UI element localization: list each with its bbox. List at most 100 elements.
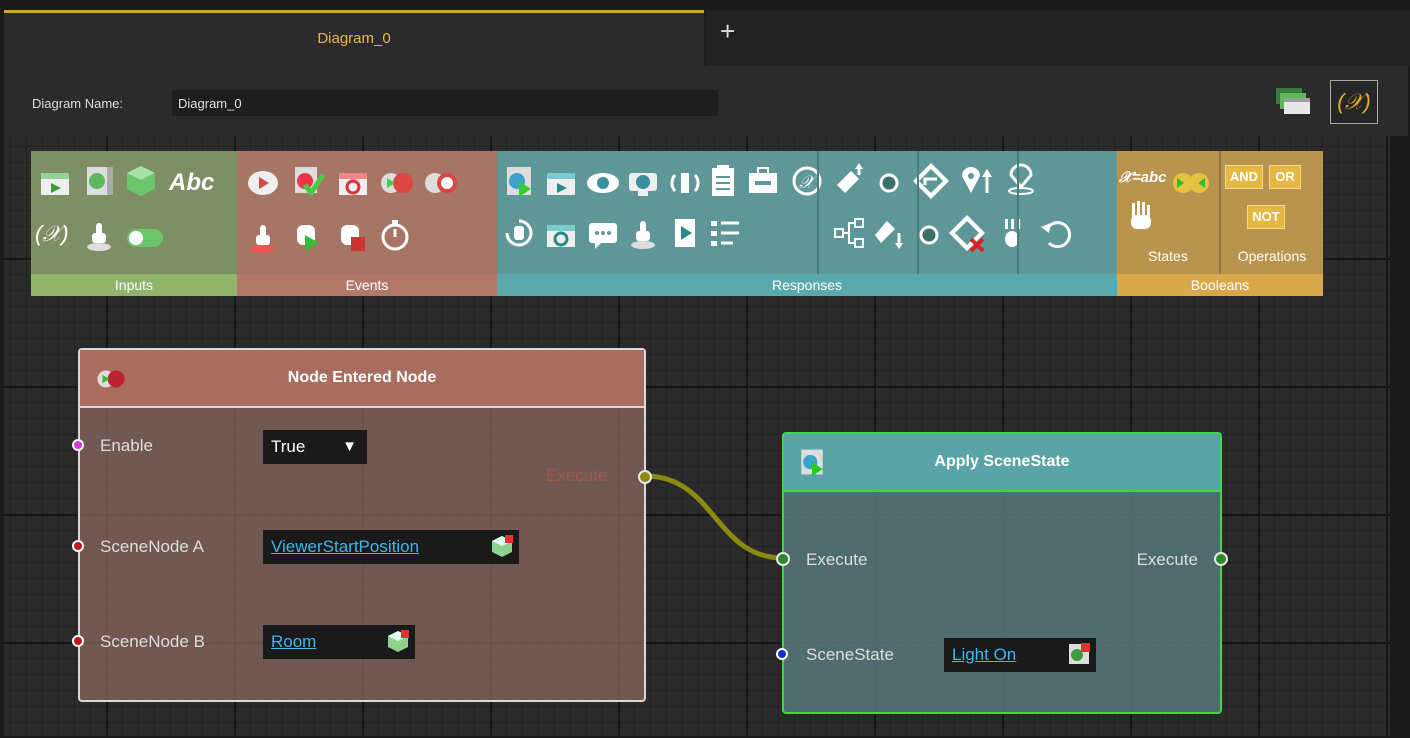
scenenode-b-link[interactable]: Room xyxy=(271,632,316,651)
undo-response-icon[interactable] xyxy=(1037,215,1073,251)
touch-response-icon[interactable] xyxy=(625,215,661,251)
scenenode-b-label: SceneNode B xyxy=(100,632,205,651)
radio-off-response-icon[interactable] xyxy=(871,165,907,201)
scenenode-pick-icon[interactable] xyxy=(385,628,411,654)
apply-scenestate-icon xyxy=(801,449,823,477)
node-title[interactable]: Node Entered Node xyxy=(80,350,644,408)
and-operation-button[interactable]: AND xyxy=(1225,165,1263,189)
palette-group-inputs: Inputs Abc (𝒳) xyxy=(31,151,237,296)
node-entered-node[interactable]: Node Entered Node Enable True ▼ Execute … xyxy=(72,348,652,702)
diagram-name-label: Diagram Name: xyxy=(32,96,124,111)
enable-dropdown-value: True xyxy=(271,437,306,456)
node-title-text: Node Entered Node xyxy=(287,369,437,386)
scene-input-icon[interactable] xyxy=(81,163,117,199)
timer-event-icon[interactable] xyxy=(377,217,413,253)
list-response-icon[interactable] xyxy=(707,215,743,251)
camera-response-icon[interactable] xyxy=(625,163,661,199)
branch-response-icon[interactable] xyxy=(831,215,867,251)
stop-slide-response-icon[interactable] xyxy=(543,217,579,253)
touch-input-icon[interactable] xyxy=(81,217,117,253)
scenenode-b-field[interactable]: Room xyxy=(263,625,415,659)
scenenode-a-field[interactable]: ViewerStartPosition xyxy=(263,530,519,564)
apply-scenestate-node[interactable]: Apply SceneState Execute Execute SceneSt… xyxy=(776,432,1228,714)
location-up-response-icon[interactable] xyxy=(959,163,995,199)
hand-play-event-icon[interactable] xyxy=(289,217,325,253)
palette-booleans-label: Booleans xyxy=(1117,274,1323,296)
set-variable-response-icon[interactable]: 𝒳 xyxy=(789,163,825,199)
not-operation-button[interactable]: NOT xyxy=(1247,205,1285,229)
enable-dropdown[interactable]: True ▼ xyxy=(263,430,367,464)
plus-icon: + xyxy=(720,16,736,46)
rotate-hand-response-icon[interactable] xyxy=(501,215,537,251)
video-response-icon[interactable] xyxy=(667,215,703,251)
tag-up-response-icon[interactable] xyxy=(831,163,867,199)
stack-windows-icon[interactable] xyxy=(1270,82,1318,122)
sound-response-icon[interactable] xyxy=(667,165,703,201)
palette-group-events: Events xyxy=(237,151,497,296)
stop-event-icon[interactable] xyxy=(335,165,371,201)
node-entered-event-icon xyxy=(97,370,125,388)
add-tab-button[interactable]: + xyxy=(706,10,1410,66)
tab-diagram-0[interactable]: Diagram_0 xyxy=(4,10,704,68)
execute-input-label: Execute xyxy=(806,550,868,569)
palette-group-responses: Responses 𝒳 xyxy=(497,151,1117,296)
visibility-response-icon[interactable] xyxy=(585,165,621,201)
message-response-icon[interactable] xyxy=(585,217,621,253)
slideshow-input-icon[interactable] xyxy=(37,165,73,201)
toolbox-response-icon[interactable] xyxy=(745,163,781,199)
touch-drop-response-icon[interactable] xyxy=(995,215,1031,251)
scenestate-field[interactable]: Light On xyxy=(944,638,1096,672)
scenestate-link[interactable]: Light On xyxy=(952,645,1016,664)
play-slide-response-icon[interactable] xyxy=(543,165,579,201)
node-title-text: Apply SceneState xyxy=(934,453,1070,470)
toggle-input-icon[interactable] xyxy=(123,219,167,255)
node-title[interactable]: Apply SceneState xyxy=(784,434,1220,492)
enable-input-port[interactable] xyxy=(72,439,84,451)
scenestate-pick-icon[interactable] xyxy=(1066,641,1092,667)
scenenode-a-link[interactable]: ViewerStartPosition xyxy=(271,537,419,556)
scenestate-input-port[interactable] xyxy=(776,648,788,660)
slide-event-icon[interactable] xyxy=(245,165,281,201)
text-input-icon[interactable]: Abc xyxy=(169,169,214,197)
state-switch-icon[interactable] xyxy=(1169,165,1213,201)
scenenode-a-input-port[interactable] xyxy=(72,540,84,552)
goto-cancel-response-icon[interactable] xyxy=(947,213,987,253)
palette-states-label: States xyxy=(1148,248,1188,264)
responses-divider xyxy=(917,151,919,274)
node-exited-event-icon[interactable] xyxy=(421,165,461,201)
diagram-name-input[interactable] xyxy=(172,90,718,116)
scenenode-pick-icon[interactable] xyxy=(489,533,515,559)
scenenode-b-input-port[interactable] xyxy=(72,635,84,647)
diagram-header: Diagram Name: (𝒳) xyxy=(4,66,1408,136)
scenestate-label: SceneState xyxy=(806,645,894,664)
responses-divider xyxy=(1017,151,1019,274)
apply-scenestate-icon[interactable] xyxy=(501,163,537,199)
location-response-icon[interactable] xyxy=(1003,161,1039,197)
execute-output-label: Execute xyxy=(546,466,608,485)
variable-input-icon[interactable]: (𝒳) xyxy=(35,221,69,247)
touch-event-icon[interactable] xyxy=(245,219,281,255)
vertical-scrollbar[interactable] xyxy=(1390,136,1410,738)
palette-operations-label: Operations xyxy=(1237,248,1307,264)
variables-button[interactable]: (𝒳) xyxy=(1330,80,1378,124)
execute-output-port[interactable] xyxy=(1214,552,1228,566)
palette-group-booleans: Booleans 𝒳=abc States Operations AND OR … xyxy=(1117,151,1323,296)
node-entered-event-icon[interactable] xyxy=(377,165,417,201)
or-operation-button[interactable]: OR xyxy=(1269,165,1301,189)
cube-input-icon[interactable] xyxy=(123,163,159,199)
tag-down-response-icon[interactable] xyxy=(869,215,905,251)
state-hand-icon[interactable] xyxy=(1123,199,1159,235)
palette-inputs-label: Inputs xyxy=(31,274,237,296)
tab-label: Diagram_0 xyxy=(317,30,391,47)
clipboard-response-icon[interactable] xyxy=(705,163,741,199)
hand-stop-event-icon[interactable] xyxy=(333,217,369,253)
set-state-icon[interactable]: 𝒳=abc xyxy=(1119,169,1167,186)
palette-responses-label: Responses xyxy=(497,274,1117,296)
execute-output-port[interactable] xyxy=(638,470,652,484)
tab-bar: Diagram_0 + xyxy=(0,0,1410,68)
scenenode-a-label: SceneNode A xyxy=(100,537,204,556)
responses-divider xyxy=(817,151,819,274)
execute-input-port[interactable] xyxy=(776,552,790,566)
check-event-icon[interactable] xyxy=(291,163,327,199)
execute-output-label: Execute xyxy=(1136,550,1198,569)
